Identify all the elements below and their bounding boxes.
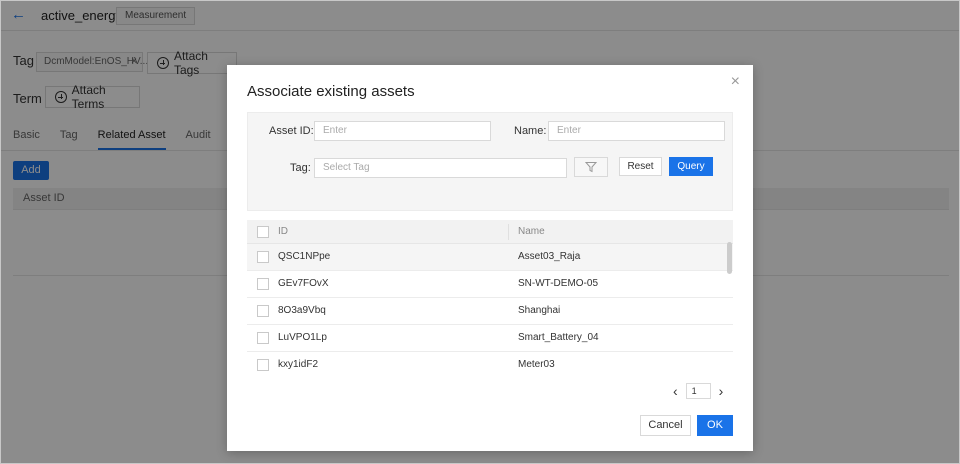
tag-label: Tag: [290, 162, 311, 174]
pagination: ‹ 1 › [673, 383, 723, 399]
row-checkbox[interactable] [257, 251, 269, 263]
close-icon[interactable]: × [731, 73, 740, 91]
name-label: Name: [514, 125, 547, 137]
asset-id-input[interactable]: Enter [314, 121, 491, 141]
dialog-title: Associate existing assets [247, 83, 415, 100]
row-name: Asset03_Raja [518, 251, 581, 262]
row-checkbox[interactable] [257, 332, 269, 344]
row-name: Shanghai [518, 305, 561, 316]
table-scrollbar[interactable] [727, 242, 732, 274]
column-name: Name [518, 226, 545, 237]
row-id: QSC1NPpe [278, 251, 331, 262]
row-checkbox[interactable] [257, 359, 269, 371]
row-id: kxy1idF2 [278, 359, 319, 370]
select-all-checkbox[interactable] [257, 226, 269, 238]
row-name: SN-WT-DEMO-05 [518, 278, 598, 289]
table-row[interactable]: 8O3a9Vbq Shanghai [247, 298, 733, 325]
ok-button[interactable]: OK [697, 415, 733, 436]
query-button[interactable]: Query [669, 157, 713, 176]
associate-assets-dialog: Associate existing assets × Asset ID: En… [227, 65, 753, 451]
name-input[interactable]: Enter [548, 121, 725, 141]
table-row[interactable]: QSC1NPpe Asset03_Raja [247, 244, 733, 271]
table-row[interactable]: LuVPO1Lp Smart_Battery_04 [247, 325, 733, 352]
row-name: Meter03 [518, 359, 555, 370]
row-id: LuVPO1Lp [278, 332, 327, 343]
table-header: ID Name [247, 220, 733, 244]
asset-selection-table: ID Name QSC1NPpe Asset03_Raja GEv7FOvX S… [247, 220, 733, 379]
reset-button[interactable]: Reset [619, 157, 662, 176]
tag-select[interactable]: Select Tag [314, 158, 567, 178]
table-row[interactable]: GEv7FOvX SN-WT-DEMO-05 [247, 271, 733, 298]
row-name: Smart_Battery_04 [518, 332, 599, 343]
row-checkbox[interactable] [257, 278, 269, 290]
filter-icon [585, 162, 597, 173]
column-divider [508, 224, 509, 240]
asset-id-label: Asset ID: [269, 125, 314, 137]
row-checkbox[interactable] [257, 305, 269, 317]
row-id: 8O3a9Vbq [278, 305, 326, 316]
app-frame: ← active_energy Measurement Tag DcmModel… [0, 0, 960, 464]
cancel-button[interactable]: Cancel [640, 415, 691, 436]
filter-panel: Asset ID: Enter Name: Enter Tag: Select … [247, 112, 733, 211]
row-id: GEv7FOvX [278, 278, 329, 289]
filter-button[interactable] [574, 157, 608, 177]
column-id: ID [278, 226, 288, 237]
prev-page-icon[interactable]: ‹ [673, 383, 678, 399]
next-page-icon[interactable]: › [719, 383, 724, 399]
page-number-input[interactable]: 1 [685, 383, 711, 399]
table-row[interactable]: kxy1idF2 Meter03 [247, 352, 733, 379]
